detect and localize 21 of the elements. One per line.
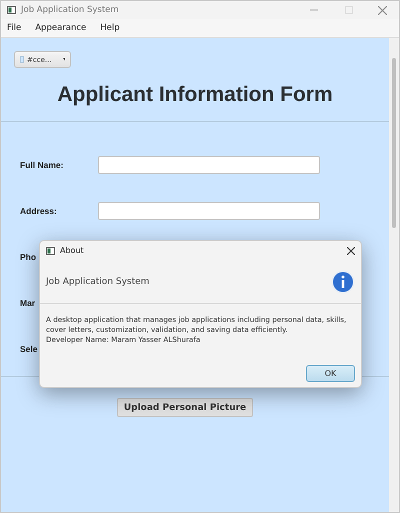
ok-button[interactable]: OK	[306, 365, 355, 382]
input-field[interactable]	[98, 202, 320, 220]
field-label: Mar	[20, 298, 36, 308]
field-label: Full Name:	[20, 160, 64, 170]
app-icon	[46, 246, 55, 254]
field-label: Sele	[20, 344, 38, 354]
menu-item[interactable]: Help	[100, 23, 120, 33]
dropdown-caret-icon	[62, 58, 65, 62]
field-label: Pho	[20, 252, 36, 262]
upload-button[interactable]: Upload Personal Picture	[116, 398, 254, 417]
input-field[interactable]	[98, 156, 320, 174]
field-label: Address:	[20, 206, 57, 216]
dialog-title: About	[60, 246, 85, 255]
menu-item[interactable]: File	[7, 23, 22, 33]
dialog-header: Job Application System	[46, 276, 150, 286]
window-title: Job Application System	[21, 5, 120, 15]
menu-item[interactable]: Appearance	[35, 23, 86, 33]
close-icon[interactable]	[347, 246, 355, 254]
info-icon	[331, 270, 355, 294]
form-title: Applicant Information Form	[56, 83, 334, 108]
app-icon	[7, 6, 16, 14]
